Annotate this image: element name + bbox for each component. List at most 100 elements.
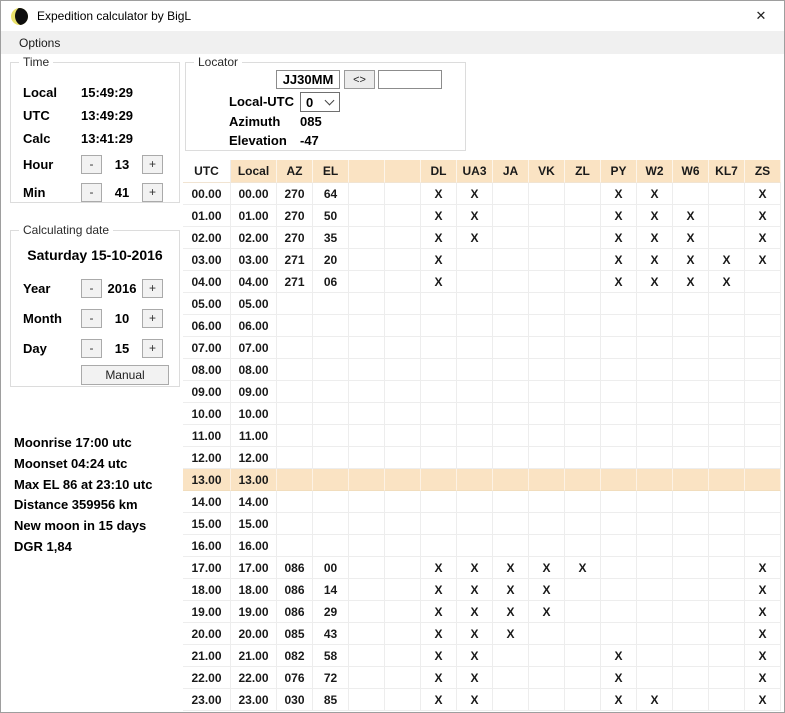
- table-row: 13.0013.00: [183, 469, 781, 491]
- min-plus-button[interactable]: +: [142, 183, 163, 202]
- table-cell: [313, 535, 349, 557]
- table-cell: [745, 403, 781, 425]
- table-cell: [349, 183, 385, 205]
- locator-input[interactable]: [276, 70, 340, 89]
- table-cell: [349, 579, 385, 601]
- header-cell: W2: [637, 160, 673, 183]
- month-plus-button[interactable]: +: [142, 309, 163, 328]
- table-cell: [457, 337, 493, 359]
- table-cell: 270: [277, 205, 313, 227]
- calc-time-label: Calc: [23, 131, 81, 146]
- year-plus-button[interactable]: +: [142, 279, 163, 298]
- table-row: 11.0011.00: [183, 425, 781, 447]
- table-cell: [349, 249, 385, 271]
- table-cell: [313, 469, 349, 491]
- table-cell: [673, 667, 709, 689]
- table-cell: X: [457, 601, 493, 623]
- table-cell: [277, 513, 313, 535]
- table-cell: [637, 601, 673, 623]
- table-cell: [601, 359, 637, 381]
- table-cell: X: [601, 249, 637, 271]
- table-cell: [709, 535, 745, 557]
- target-locator-input[interactable]: [378, 70, 442, 89]
- table-cell: [385, 403, 421, 425]
- table-cell: 13.00: [183, 469, 231, 491]
- year-minus-button[interactable]: -: [81, 279, 102, 298]
- header-cell: ZL: [565, 160, 601, 183]
- locator-swap-button[interactable]: <>: [344, 70, 375, 89]
- menu-options[interactable]: Options: [15, 34, 64, 52]
- close-button[interactable]: ✕: [738, 1, 784, 31]
- table-cell: [565, 623, 601, 645]
- table-cell: [601, 381, 637, 403]
- table-cell: 00: [313, 557, 349, 579]
- table-cell: [313, 403, 349, 425]
- table-cell: 03.00: [183, 249, 231, 271]
- table-cell: [601, 601, 637, 623]
- table-cell: [673, 623, 709, 645]
- table-cell: [349, 623, 385, 645]
- table-cell: [349, 645, 385, 667]
- min-minus-button[interactable]: -: [81, 183, 102, 202]
- table-cell: [457, 359, 493, 381]
- table-cell: [493, 271, 529, 293]
- table-cell: X: [745, 183, 781, 205]
- table-cell: 20: [313, 249, 349, 271]
- table-cell: 076: [277, 667, 313, 689]
- table-cell: [385, 337, 421, 359]
- table-cell: [349, 381, 385, 403]
- year-stepper: Year - 2016 +: [23, 273, 179, 303]
- table-row: 02.0002.0027035XXXXXX: [183, 227, 781, 249]
- table-cell: [709, 689, 745, 711]
- table-cell: [745, 469, 781, 491]
- table-cell: X: [709, 249, 745, 271]
- table-cell: 086: [277, 579, 313, 601]
- table-cell: X: [457, 623, 493, 645]
- table-cell: [493, 425, 529, 447]
- table-cell: [493, 315, 529, 337]
- table-cell: 15.00: [231, 513, 277, 535]
- table-cell: [529, 667, 565, 689]
- header-cell: DL: [421, 160, 457, 183]
- table-cell: X: [601, 183, 637, 205]
- table-cell: [349, 667, 385, 689]
- table-cell: [457, 513, 493, 535]
- table-cell: [421, 513, 457, 535]
- table-cell: [277, 469, 313, 491]
- table-cell: X: [457, 667, 493, 689]
- table-cell: X: [457, 579, 493, 601]
- min-label: Min: [23, 185, 81, 200]
- info-line: Distance 359956 km: [14, 495, 184, 516]
- table-cell: [493, 205, 529, 227]
- table-cell: [349, 227, 385, 249]
- month-minus-button[interactable]: -: [81, 309, 102, 328]
- table-cell: 05.00: [183, 293, 231, 315]
- table-row: 16.0016.00: [183, 535, 781, 557]
- header-cell: W6: [673, 160, 709, 183]
- hour-minus-button[interactable]: -: [81, 155, 102, 174]
- table-cell: 17.00: [231, 557, 277, 579]
- table-cell: X: [637, 271, 673, 293]
- table-cell: 085: [277, 623, 313, 645]
- year-label: Year: [23, 281, 81, 296]
- day-plus-button[interactable]: +: [142, 339, 163, 358]
- table-cell: 05.00: [231, 293, 277, 315]
- table-cell: [745, 315, 781, 337]
- day-minus-button[interactable]: -: [81, 339, 102, 358]
- table-cell: [709, 183, 745, 205]
- table-cell: [565, 447, 601, 469]
- hour-plus-button[interactable]: +: [142, 155, 163, 174]
- local-utc-dropdown[interactable]: 0: [300, 92, 340, 112]
- table-cell: [277, 535, 313, 557]
- table-cell: [349, 469, 385, 491]
- manual-button[interactable]: Manual: [81, 365, 169, 385]
- table-row: 14.0014.00: [183, 491, 781, 513]
- table-cell: [493, 293, 529, 315]
- table-cell: [637, 579, 673, 601]
- local-time-row: Local 15:49:29: [23, 81, 179, 104]
- table-cell: [385, 315, 421, 337]
- table-row: 06.0006.00: [183, 315, 781, 337]
- table-cell: [385, 557, 421, 579]
- table-cell: [637, 469, 673, 491]
- table-cell: [745, 359, 781, 381]
